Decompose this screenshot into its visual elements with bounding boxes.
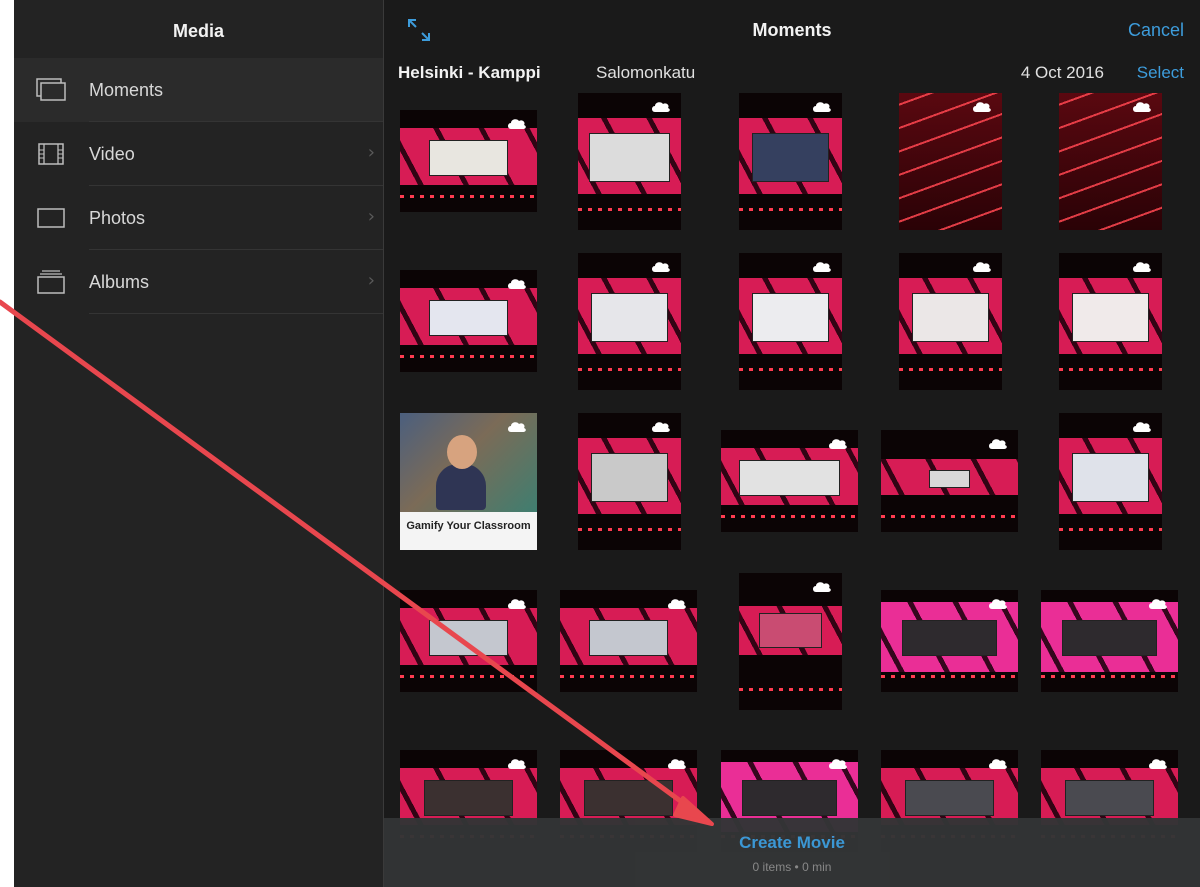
sidebar-title: Media bbox=[14, 0, 383, 59]
icloud-icon bbox=[668, 759, 686, 769]
photo-thumbnail[interactable] bbox=[560, 590, 697, 692]
photo-thumbnail[interactable] bbox=[739, 253, 842, 390]
chevron-right-icon: › bbox=[367, 206, 375, 227]
chevron-right-icon: › bbox=[367, 270, 375, 291]
moments-icon bbox=[36, 78, 66, 101]
sidebar-item-video[interactable]: Video › bbox=[14, 122, 383, 186]
photo-thumbnail[interactable] bbox=[721, 430, 858, 532]
icloud-icon bbox=[508, 279, 526, 289]
photo-thumbnail[interactable] bbox=[739, 573, 842, 710]
moment-location-title: Helsinki - Kamppi bbox=[398, 63, 541, 82]
cancel-button[interactable]: Cancel bbox=[1128, 20, 1184, 41]
icloud-icon bbox=[973, 102, 991, 112]
icloud-icon bbox=[508, 422, 526, 432]
photo-thumbnail[interactable] bbox=[400, 110, 537, 212]
page-title: Moments bbox=[752, 20, 832, 40]
icloud-icon bbox=[1133, 102, 1151, 112]
icloud-icon bbox=[508, 599, 526, 609]
divider bbox=[89, 313, 383, 314]
chevron-right-icon: › bbox=[367, 142, 375, 163]
icloud-icon bbox=[829, 439, 847, 449]
sidebar-item-label: Albums bbox=[89, 272, 150, 292]
sidebar-item-label: Video bbox=[89, 144, 135, 164]
imovie-media-browser: Media Moments Video › Photos › Albums › … bbox=[14, 0, 1200, 887]
icloud-icon bbox=[813, 582, 831, 592]
icloud-icon bbox=[652, 422, 670, 432]
media-sidebar: Media Moments Video › Photos › Albums › bbox=[14, 0, 383, 887]
icloud-icon bbox=[508, 119, 526, 129]
icloud-icon bbox=[813, 262, 831, 272]
photo-thumbnail[interactable] bbox=[881, 590, 1018, 692]
moments-pane: Moments Cancel Helsinki - Kamppi Salomon… bbox=[384, 0, 1200, 887]
top-bar: Moments Cancel bbox=[384, 0, 1200, 62]
sidebar-item-albums[interactable]: Albums › bbox=[14, 250, 383, 314]
photo-thumbnail[interactable] bbox=[899, 93, 1002, 230]
icloud-icon bbox=[668, 599, 686, 609]
photo-thumbnail[interactable] bbox=[578, 253, 681, 390]
moment-header: Helsinki - Kamppi Salomonkatu 4 Oct 2016… bbox=[384, 62, 1200, 88]
icloud-icon bbox=[973, 262, 991, 272]
albums-icon bbox=[37, 270, 65, 294]
sidebar-item-label: Photos bbox=[89, 208, 146, 228]
photo-thumbnail[interactable] bbox=[881, 430, 1018, 532]
selection-summary: 0 items • 0 min bbox=[752, 860, 832, 874]
photo-thumbnail[interactable] bbox=[1059, 253, 1162, 390]
photo-thumbnail[interactable]: Gamify Your Classroom bbox=[400, 413, 537, 550]
create-movie-button[interactable]: Create Movie bbox=[384, 833, 1200, 853]
icloud-icon bbox=[652, 262, 670, 272]
icloud-icon bbox=[1149, 759, 1167, 769]
photo-thumbnail[interactable] bbox=[400, 270, 537, 372]
photo-thumbnail[interactable] bbox=[899, 253, 1002, 390]
sidebar-item-photos[interactable]: Photos › bbox=[14, 186, 383, 250]
moment-location-subtitle: Salomonkatu bbox=[596, 63, 696, 82]
icloud-icon bbox=[989, 759, 1007, 769]
icloud-icon bbox=[1133, 262, 1151, 272]
sidebar-item-label: Moments bbox=[89, 80, 164, 100]
moment-date: 4 Oct 2016 bbox=[1020, 63, 1104, 82]
photo-thumbnail[interactable] bbox=[578, 93, 681, 230]
icloud-icon bbox=[989, 439, 1007, 449]
icloud-icon bbox=[1133, 422, 1151, 432]
photo-thumbnail[interactable] bbox=[1041, 590, 1178, 692]
film-icon bbox=[38, 143, 64, 165]
photo-thumbnail[interactable] bbox=[739, 93, 842, 230]
photo-thumbnail[interactable] bbox=[400, 590, 537, 692]
create-movie-bar: Create Movie 0 items • 0 min bbox=[384, 818, 1200, 887]
photo-icon bbox=[37, 208, 65, 228]
icloud-icon bbox=[508, 759, 526, 769]
photo-thumbnail[interactable] bbox=[1059, 413, 1162, 550]
select-button[interactable]: Select bbox=[1137, 63, 1184, 83]
thumbnail-caption: Gamify Your Classroom bbox=[406, 519, 531, 532]
sidebar-item-moments[interactable]: Moments bbox=[14, 58, 383, 122]
photo-thumbnail[interactable] bbox=[578, 413, 681, 550]
icloud-icon bbox=[829, 759, 847, 769]
icloud-icon bbox=[652, 102, 670, 112]
icloud-icon bbox=[989, 599, 1007, 609]
icloud-icon bbox=[1149, 599, 1167, 609]
icloud-icon bbox=[813, 102, 831, 112]
photo-thumbnail[interactable] bbox=[1059, 93, 1162, 230]
